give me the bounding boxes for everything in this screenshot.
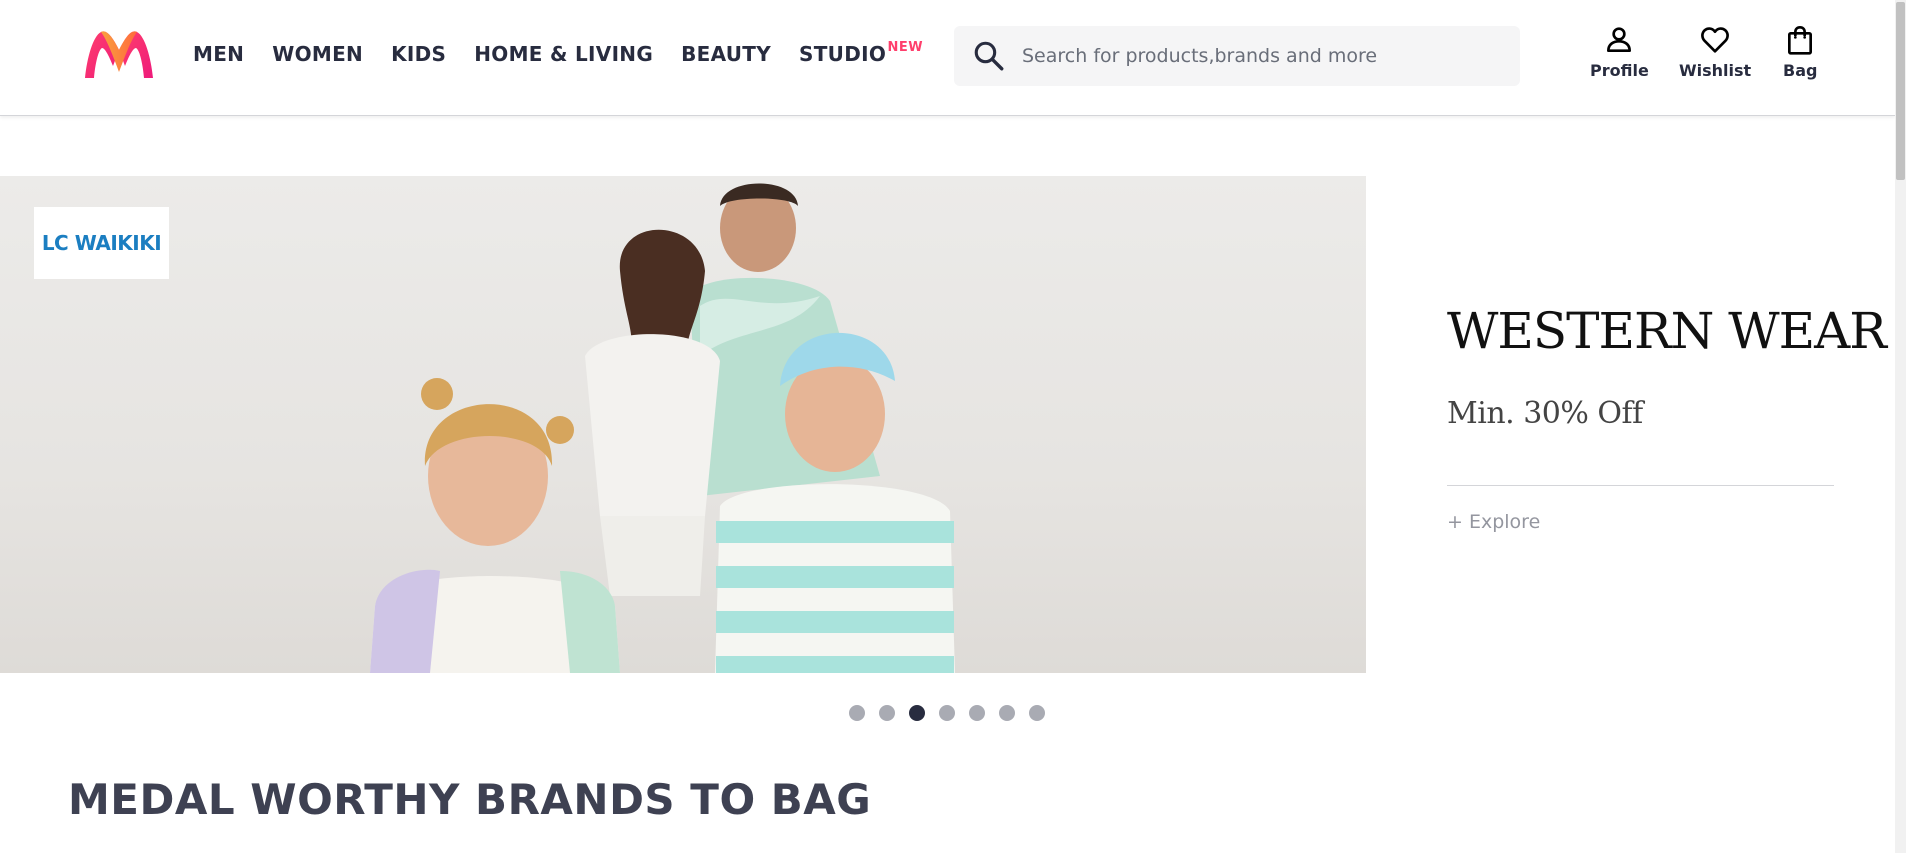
- banner-text: WESTERN WEAR Min. 30% Off + Explore: [1447, 176, 1887, 673]
- nav-men-label: MEN: [193, 42, 245, 66]
- page-scrollbar[interactable]: [1895, 0, 1906, 853]
- search-input[interactable]: [1022, 45, 1502, 67]
- nav-studio[interactable]: STUDIO NEW: [799, 40, 923, 68]
- site-header: MEN WOMEN KIDS HOME & LIVING BEAUTY STUD…: [0, 0, 1895, 116]
- new-badge: NEW: [887, 40, 924, 55]
- bag-icon: [1788, 25, 1813, 55]
- wishlist-label: Wishlist: [1679, 61, 1752, 80]
- bag-label: Bag: [1783, 61, 1818, 80]
- heart-icon: [1701, 27, 1730, 53]
- hero-banner[interactable]: LC WAIKIKI WESTERN WEAR Min. 30% Off + E…: [0, 176, 1895, 673]
- carousel-dot[interactable]: [1029, 705, 1045, 721]
- woman-shirt: [585, 334, 720, 516]
- myntra-m-logo-icon: [85, 31, 153, 78]
- profile-icon: [1607, 27, 1632, 52]
- banner-divider: [1447, 485, 1834, 486]
- nav-women-label: WOMEN: [272, 42, 364, 66]
- search-bar[interactable]: [954, 26, 1520, 86]
- profile-button[interactable]: Profile: [1590, 24, 1649, 80]
- section-title: MEDAL WORTHY BRANDS TO BAG: [68, 775, 872, 824]
- nav-men[interactable]: MEN: [193, 40, 244, 68]
- nav-home-living-label: HOME & LIVING: [474, 42, 654, 66]
- explore-link[interactable]: + Explore: [1447, 511, 1540, 533]
- carousel-dot[interactable]: [939, 705, 955, 721]
- nav-beauty[interactable]: BEAUTY: [681, 40, 771, 68]
- nav-kids-label: KIDS: [391, 42, 447, 66]
- nav-studio-label: STUDIO: [799, 42, 887, 66]
- carousel-dot-active[interactable]: [909, 705, 925, 721]
- nav-women[interactable]: WOMEN: [272, 40, 363, 68]
- carousel-dot[interactable]: [969, 705, 985, 721]
- bag-button[interactable]: Bag: [1783, 24, 1817, 80]
- wishlist-button[interactable]: Wishlist: [1679, 24, 1751, 80]
- search-icon[interactable]: [972, 39, 1006, 73]
- main-nav: MEN WOMEN KIDS HOME & LIVING BEAUTY STUD…: [193, 40, 923, 68]
- family-photo-illustration: [370, 183, 955, 673]
- header-actions: Profile Wishlist Bag: [1590, 24, 1830, 84]
- carousel-dot[interactable]: [999, 705, 1015, 721]
- nav-kids[interactable]: KIDS: [391, 40, 446, 68]
- banner-image[interactable]: LC WAIKIKI: [0, 176, 1366, 673]
- carousel-dots: [849, 705, 1045, 721]
- brand-logo-text: LC WAIKIKI: [41, 231, 162, 255]
- nav-beauty-label: BEAUTY: [681, 42, 772, 66]
- nav-home-living[interactable]: HOME & LIVING: [474, 40, 653, 68]
- banner-title: WESTERN WEAR: [1447, 302, 1887, 360]
- carousel-dot[interactable]: [879, 705, 895, 721]
- carousel-dot[interactable]: [849, 705, 865, 721]
- scrollbar-thumb[interactable]: [1896, 2, 1905, 180]
- profile-label: Profile: [1590, 61, 1649, 80]
- myntra-logo[interactable]: [83, 28, 155, 80]
- banner-subtitle: Min. 30% Off: [1447, 396, 1643, 431]
- brand-logo: LC WAIKIKI: [34, 207, 169, 279]
